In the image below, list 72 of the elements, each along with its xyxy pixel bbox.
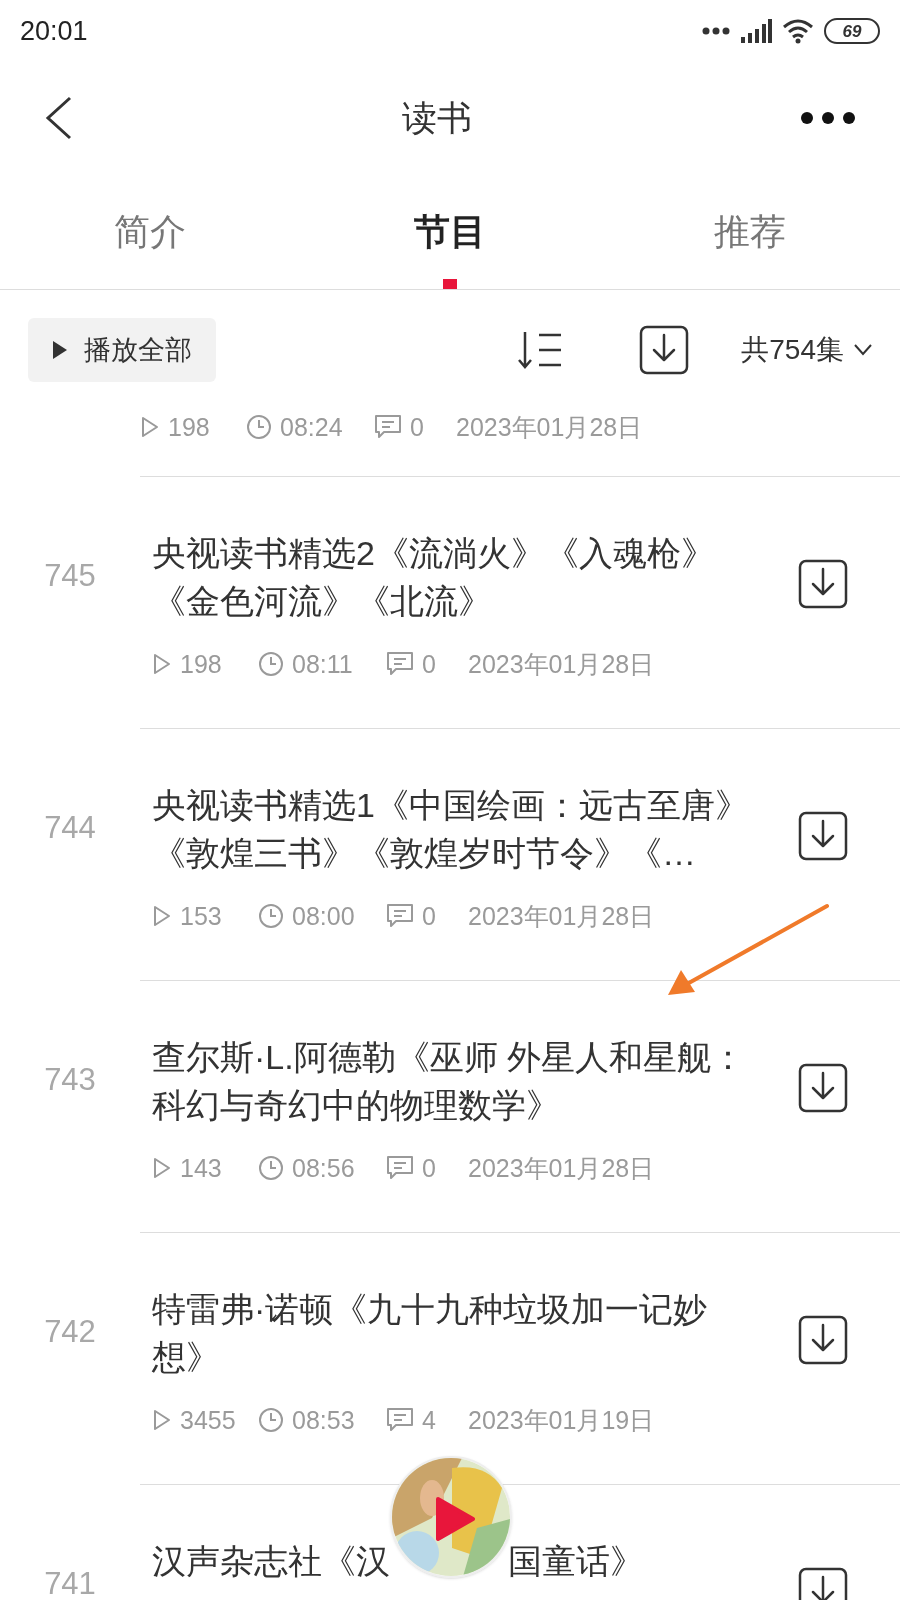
comment-count: 0 (422, 1155, 437, 1181)
clock-icon (258, 651, 284, 677)
sort-icon[interactable] (517, 330, 564, 370)
download-icon[interactable] (798, 811, 848, 861)
date: 2023年01月28日 (468, 1155, 655, 1181)
tab[interactable]: 简介 (114, 205, 186, 259)
play-count: 153 (180, 903, 223, 929)
comment-icon (374, 414, 402, 440)
comment-icon (386, 1407, 414, 1433)
episode-title: 国童话》 (508, 1541, 644, 1582)
comment-count: 0 (422, 651, 437, 677)
status-time: 20:01 (20, 14, 88, 48)
play-count: 198 (180, 651, 223, 677)
duration: 08:24 (280, 414, 344, 440)
episode-row[interactable]: 744 央视读书精选1《中国绘画：远古至唐》《敦煌三书》《敦煌岁时节令》《… 153 08:00 0 2023年01月28日 (0, 728, 900, 980)
episode-title: 查尔斯·L.阿德勒《巫师 外星人和星舰：科幻与奇幻中的物理数学》 (152, 1037, 747, 1126)
date: 2023年01月19日 (468, 1407, 655, 1433)
comment-icon (386, 903, 414, 929)
date: 2023年01月28日 (456, 414, 643, 440)
play-icon (152, 905, 172, 927)
play-icon (52, 340, 68, 360)
tab-indicator (443, 279, 457, 289)
comment-icon (386, 1155, 414, 1181)
episode-title: 央视读书精选2《流淌火》《入魂枪》《金色河流》《北流》 (152, 533, 716, 622)
chevron-down-icon (854, 344, 872, 356)
comment-count: 0 (422, 903, 437, 929)
back-icon[interactable] (44, 96, 74, 140)
tab[interactable]: 推荐 (714, 205, 786, 259)
episode-number: 745 (44, 560, 96, 591)
episode-number: 744 (44, 812, 96, 843)
episode-title: 汉声杂志社《汉 (152, 1541, 390, 1582)
battery-icon: 69 (824, 18, 880, 44)
play-count: 143 (180, 1155, 223, 1181)
episode-number: 742 (44, 1316, 96, 1347)
episode-number: 741 (44, 1568, 96, 1599)
play-icon (152, 1409, 172, 1431)
wifi-icon (782, 18, 814, 44)
clock-icon (246, 414, 272, 440)
episode-row[interactable]: 745 央视读书精选2《流淌火》《入魂枪》《金色河流》《北流》 198 08:11 0 2023年01月28日 (0, 476, 900, 728)
download-icon[interactable] (798, 1063, 848, 1113)
date: 2023年01月28日 (468, 651, 655, 677)
play-count: 198 (168, 414, 211, 440)
comment-count: 0 (410, 414, 425, 440)
download-icon[interactable] (798, 559, 848, 609)
episode-row[interactable]: 742 特雷弗·诺顿《九十九种垃圾加一记妙想》 3455 08:53 4 2023年01月19日 (0, 1232, 900, 1484)
play-icon (140, 416, 160, 438)
page-title: 读书 (402, 96, 472, 139)
duration: 08:11 (292, 651, 354, 677)
episode-title: 特雷弗·诺顿《九十九种垃圾加一记妙想》 (152, 1289, 709, 1378)
download-icon[interactable] (798, 1315, 848, 1365)
episode-title: 央视读书精选1《中国绘画：远古至唐》《敦煌三书》《敦煌岁时节令》《… (152, 785, 750, 874)
play-all-button[interactable]: 播放全部 (28, 318, 216, 382)
duration: 08:00 (292, 903, 356, 929)
comment-count: 4 (422, 1407, 437, 1433)
dots-icon (702, 27, 730, 35)
episode-number: 743 (44, 1064, 96, 1095)
more-icon[interactable] (800, 111, 856, 125)
play-icon (152, 653, 172, 675)
download-all-icon[interactable] (639, 325, 690, 375)
clock-icon (258, 903, 284, 929)
clock-icon (258, 1407, 284, 1433)
signal-icon (740, 19, 772, 43)
clock-icon (258, 1155, 284, 1181)
comment-icon (386, 651, 414, 677)
play-count: 3455 (180, 1407, 237, 1433)
duration: 08:56 (292, 1155, 356, 1181)
tab[interactable]: 节目 (414, 205, 486, 259)
play-icon (152, 1157, 172, 1179)
play-icon (434, 1496, 476, 1542)
date: 2023年01月28日 (468, 903, 655, 929)
duration: 08:53 (292, 1407, 356, 1433)
episode-count-dropdown[interactable]: 共754集 (741, 329, 872, 371)
